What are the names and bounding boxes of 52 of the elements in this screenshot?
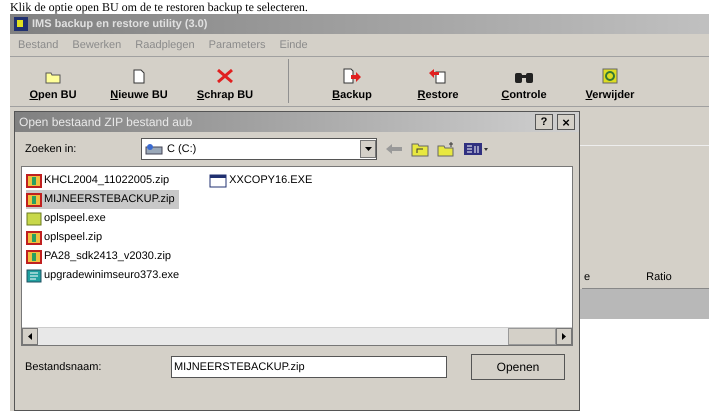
close-button[interactable]: ×	[557, 114, 575, 130]
toolbar-button[interactable]: Restore	[395, 59, 481, 103]
drive-icon	[145, 142, 163, 156]
column-header[interactable]: e	[584, 269, 590, 286]
caption-text: Klik de optie open BU om de te restoren backup te selecteren.	[9, 0, 308, 14]
file-item[interactable]: KHCL2004_11022005.zip	[26, 171, 174, 190]
file-item[interactable]: oplspeel.exe	[26, 209, 110, 228]
right-arrow-icon	[562, 333, 566, 340]
file-item[interactable]: oplspeel.zip	[26, 228, 106, 247]
toolbar-button[interactable]: Backup	[309, 59, 395, 103]
open-button[interactable]: Openen	[471, 354, 565, 380]
archive-icon	[26, 174, 42, 188]
left-arrow-icon	[28, 333, 32, 340]
dialog-title: Open bestaand ZIP bestand aub	[19, 114, 192, 131]
file-item[interactable]: upgradewinimseuro373.exe	[26, 266, 184, 285]
cross-icon	[216, 68, 234, 84]
installer-icon	[26, 268, 42, 282]
app-icon	[14, 17, 28, 31]
archive-icon	[26, 230, 42, 244]
program-icon	[26, 212, 42, 226]
view-menu-icon[interactable]	[463, 142, 489, 156]
arrow-document-icon	[428, 68, 448, 84]
scroll-left-button[interactable]	[22, 328, 38, 345]
archive-icon	[26, 192, 42, 206]
filename-field[interactable]: MIJNEERSTEBACKUP.zip	[171, 356, 447, 378]
down-arrow-icon	[364, 147, 372, 151]
document-icon	[133, 68, 145, 84]
column-header[interactable]: Ratio	[646, 269, 672, 286]
dropdown-button[interactable]	[360, 140, 376, 158]
toolbar-button[interactable]: Verwijder	[567, 59, 653, 103]
recycle-icon	[602, 68, 618, 84]
toolbar-button[interactable]: Schrap BU	[182, 59, 268, 103]
filename-label: Bestandsnaam:	[25, 360, 102, 375]
toolbar-button[interactable]: Open BU	[10, 59, 96, 103]
toolbar-button[interactable]: Controle	[481, 59, 567, 103]
new-folder-icon[interactable]	[437, 141, 455, 157]
look-in-dropdown[interactable]: C (C:)	[141, 138, 377, 160]
window-icon	[209, 174, 228, 188]
up-folder-icon[interactable]	[411, 141, 429, 157]
help-button[interactable]: ?	[535, 114, 553, 130]
document-arrow-icon	[342, 68, 362, 84]
toolbar-button[interactable]: Nieuwe BU	[96, 59, 182, 103]
look-in-label: Zoeken in:	[25, 142, 78, 157]
archive-icon	[26, 250, 42, 264]
scroll-thumb[interactable]	[508, 328, 556, 345]
file-item[interactable]: PA28_sdk2413_v2030.zip	[26, 247, 176, 266]
window-title: IMS backup en restore utility (3.0)	[32, 16, 208, 32]
file-item[interactable]: XXCOPY16.EXE	[209, 171, 316, 190]
file-item[interactable]: MIJNEERSTEBACKUP.zip	[26, 190, 179, 209]
horizontal-scrollbar[interactable]	[22, 327, 572, 345]
folder-icon	[45, 70, 61, 84]
scroll-right-button[interactable]	[556, 328, 572, 345]
